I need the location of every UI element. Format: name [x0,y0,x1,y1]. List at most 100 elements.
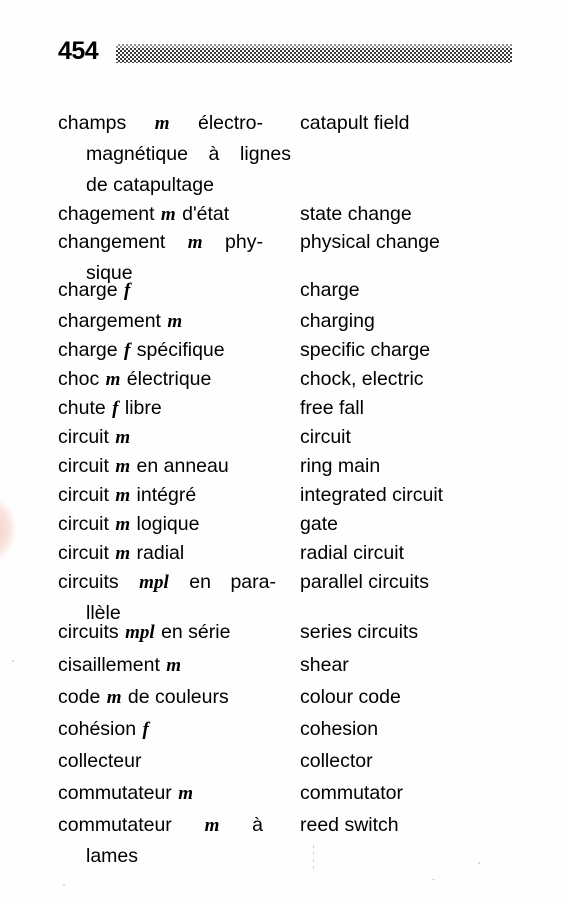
scan-edge-artifact [0,498,16,560]
entry-translation: series circuits [300,621,419,643]
scan-speckle-artifact [63,884,65,886]
entry-translation: circuit [300,426,351,448]
headword-line: commutateur m [58,782,193,804]
headword-line: charge f [58,279,131,301]
gender-marker: m [154,113,170,134]
headword-continuation: de catapultage [86,174,214,196]
entry-translation: specific charge [300,339,431,361]
headword-token: changement [58,231,166,253]
gender-marker: m [178,783,193,804]
scan-speckle-artifact [432,879,435,880]
headword-token: phy- [225,231,263,253]
entry-translation: commutator [300,782,403,804]
headword-line: cohésion f [58,718,149,740]
entry-translation: gate [300,513,338,535]
headword-line: circuit m radial [58,542,185,564]
headword-line: circuits mpl en série [58,621,231,643]
entry-translation: catapult field [300,112,410,134]
headword-token: circuits [58,571,119,593]
headword-token: magnétique [86,143,188,165]
entry-translation: reed switch [300,814,399,836]
headword-line-justified: champs m électro- [58,108,263,139]
gender-marker: m [160,204,176,225]
page-number: 454 [58,37,99,65]
entry-source-term: circuit m radial [58,538,290,569]
headword-line: chute f libre [58,397,162,419]
headword-continuation: lames [86,845,139,867]
headword-line: circuit m [58,426,131,448]
entry-source-term: circuit m intégré [58,480,290,511]
entry-source-term: cohésion f [58,714,290,745]
gender-marker: m [115,514,131,535]
gender-marker: m [166,655,182,676]
entry-translation: parallel circuits [300,571,429,593]
scan-speckle-artifact [313,845,314,873]
gender-marker: m [115,427,131,448]
running-head: 454 [0,36,569,70]
headword-token: para- [230,571,276,593]
entry-source-term: circuit m logique [58,509,290,540]
entry-translation: colour code [300,686,401,708]
gender-marker: mpl [139,572,169,593]
headword-line-justified: magnétique à lignes [86,139,291,170]
headword-token: champs [58,112,127,134]
headword-line: circuit m logique [58,513,200,535]
headword-line-justified: changement m phy- [58,227,263,258]
headword-line: circuit m en anneau [58,455,229,477]
headword-line: circuit m intégré [58,484,197,506]
entry-translation: radial circuit [300,542,405,564]
dictionary-page: 454 champs m électro-magnétique à lignes de c… [0,0,569,900]
headword-token: m [187,227,204,258]
gender-marker: mpl [125,622,155,643]
headword-line: charge f spécifique [58,339,225,361]
entry-translation: physical change [300,231,440,253]
gender-marker: m [105,369,121,390]
headword-line: chagement m d'état [58,203,230,225]
gender-marker: m [115,543,131,564]
entry-translation: charging [300,310,375,332]
headword-line: collecteur [58,750,142,772]
entry-source-term: chute f libre [58,393,290,424]
gender-marker: m [115,456,131,477]
headword-line: chargement m [58,310,183,332]
entry-source-term: commutateur m à lames [58,810,290,872]
gender-marker: f [112,398,119,419]
headword-token: en [189,571,211,593]
entry-translation: shear [300,654,349,676]
headword-line-justified: commutateur m à [58,810,263,841]
headword-token: m [204,810,221,841]
headword-line: code m de couleurs [58,686,229,708]
entry-source-term: choc m électrique [58,364,290,395]
gender-marker: m [115,485,131,506]
entry-source-term: charge f spécifique [58,335,290,366]
entry-source-term: circuit m en anneau [58,451,290,482]
entry-source-term: charge f [58,275,290,306]
gender-marker: m [167,311,183,332]
entry-translation: collector [300,750,373,772]
entry-source-term: circuit m [58,422,290,453]
gender-marker: f [124,280,131,301]
entry-source-term: chagement m d'état [58,199,290,230]
headword-line: cisaillement m [58,654,182,676]
entry-source-term: chargement m [58,306,290,337]
entry-source-term: code m de couleurs [58,682,290,713]
entry-translation: free fall [300,397,364,419]
header-halftone-rule [116,44,512,63]
entry-translation: chock, electric [300,368,424,390]
gender-marker: f [142,719,149,740]
entry-translation: ring main [300,455,381,477]
gender-marker: f [124,340,131,361]
entry-source-term: collecteur [58,746,290,777]
entry-source-term: cisaillement m [58,650,290,681]
headword-token: lignes [240,143,291,165]
headword-token: électro- [197,112,263,134]
headword-token: commutateur [58,814,172,836]
gender-marker: m [106,687,122,708]
headword-token: à [252,814,263,836]
entry-source-term: circuits mpl en série [58,617,290,648]
headword-line: choc m électrique [58,368,212,390]
headword-token: à [208,143,220,165]
headword-token: mpl [138,567,170,598]
headword-line-justified: circuits mpl en para- [58,567,276,598]
gender-marker: m [187,232,203,253]
